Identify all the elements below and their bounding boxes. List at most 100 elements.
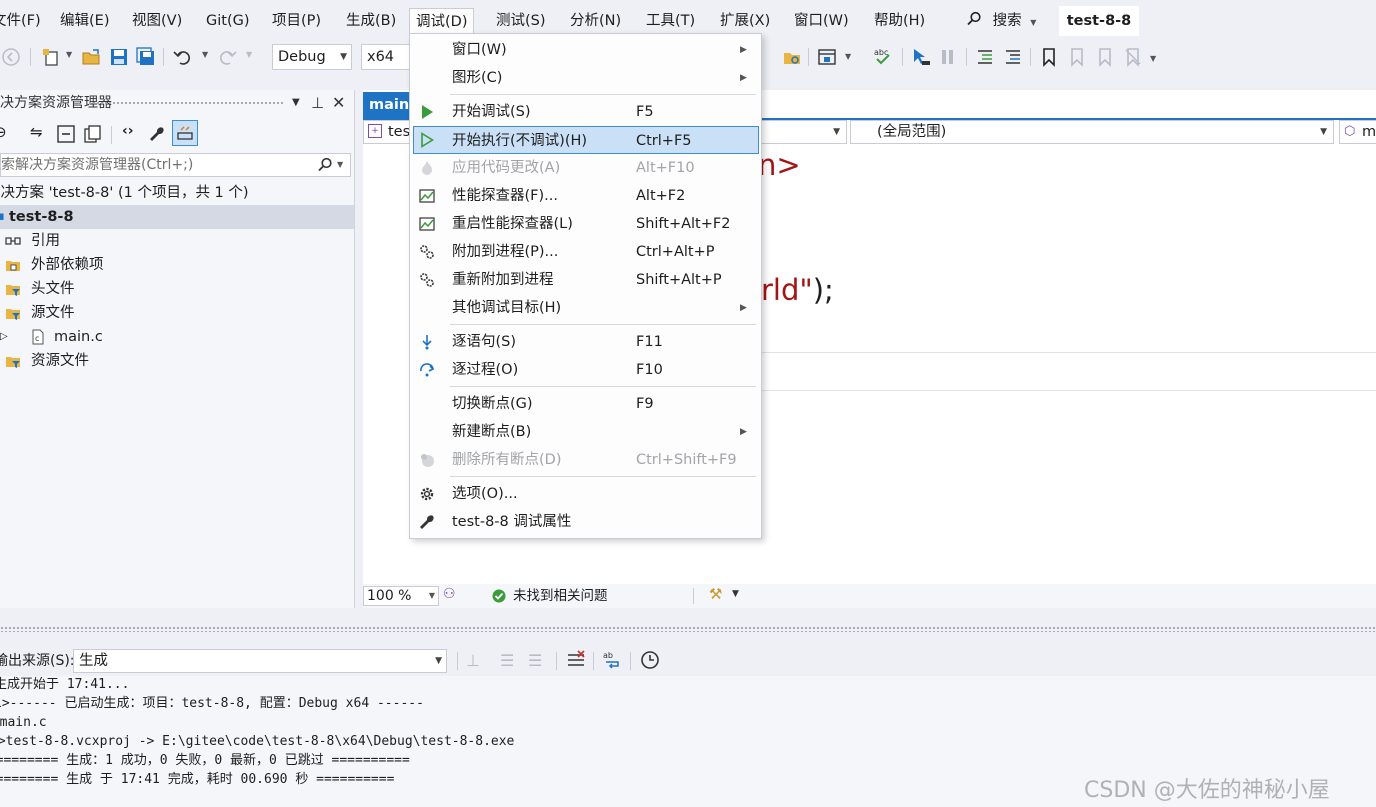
menu-item-start-without-debugging[interactable]: 开始执行(不调试)(H) Ctrl+F5: [413, 126, 759, 154]
configuration-select[interactable]: Debug ▼: [272, 44, 352, 70]
step-over-icon: [420, 363, 435, 377]
menu-item-step-into[interactable]: 逐语句(S) F11: [413, 328, 759, 356]
new-project-icon[interactable]: [40, 46, 62, 68]
next-bookmark-icon[interactable]: [1094, 46, 1116, 68]
chevron-down-icon: ▼: [340, 52, 347, 62]
project-node[interactable]: ▪ test-8-8: [0, 205, 354, 229]
menu-item-start-debugging[interactable]: 开始调试(S) F5: [413, 98, 759, 126]
menu-item-attach-to-process[interactable]: 附加到进程(P)... Ctrl+Alt+P: [413, 238, 759, 266]
nav-class-select[interactable]: ▼: [761, 120, 847, 144]
menu-item-windows[interactable]: 窗口(W) ▶: [413, 36, 759, 64]
menu-item-new-breakpoint[interactable]: 新建断点(B) ▶: [413, 418, 759, 446]
spell-check-icon[interactable]: abc: [872, 46, 894, 68]
menu-help[interactable]: 帮助(H): [868, 8, 931, 34]
word-wrap-icon[interactable]: ab: [602, 650, 622, 670]
chevron-down-icon: ▼: [1320, 127, 1327, 137]
editor-status-bar: 100 % ▼ ⚇ 未找到相关问题 ⚒ ▼: [363, 584, 1376, 608]
menu-item-debug-properties[interactable]: test-8-8 调试属性: [413, 508, 759, 536]
nav-member-select[interactable]: ⬡ main: [1339, 120, 1376, 144]
clear-all-icon[interactable]: [566, 650, 586, 670]
gear-icon: [420, 487, 434, 501]
format-icon[interactable]: [938, 46, 960, 68]
chevron-down-icon[interactable]: ▼: [337, 154, 343, 176]
select-cursor-icon[interactable]: [910, 46, 932, 68]
menu-item-label: 应用代码更改(A): [452, 160, 561, 176]
nav-scope-select[interactable]: (全局范围) ▼: [850, 120, 1334, 144]
chevron-down-icon[interactable]: ▼: [732, 589, 739, 599]
expand-arrow-icon[interactable]: ▷: [0, 325, 8, 349]
code-cleanup-icon[interactable]: ⚒: [709, 585, 722, 603]
chevron-down-icon[interactable]: ▼: [845, 52, 851, 61]
wrench-icon[interactable]: [148, 125, 166, 143]
menu-item-label: 删除所有断点(D): [452, 452, 562, 468]
chevron-down-icon[interactable]: ▼: [202, 50, 208, 59]
issues-status[interactable]: 未找到相关问题: [513, 584, 608, 608]
menu-build[interactable]: 生成(B): [340, 8, 402, 34]
toolbar-separator: [30, 48, 31, 66]
previous-bookmark-icon[interactable]: [1066, 46, 1088, 68]
solution-search-input[interactable]: 搜索解决方案资源管理器(Ctrl+;) ▼: [0, 153, 351, 177]
menu-item-reattach-to-process[interactable]: 重新附加到进程 Shift+Alt+P: [413, 266, 759, 294]
chevron-down-icon: ▼: [833, 127, 840, 137]
zoom-select[interactable]: 100 % ▼: [363, 586, 439, 606]
open-folder-icon[interactable]: [80, 46, 102, 68]
clear-bookmarks-icon[interactable]: [1122, 46, 1144, 68]
code-view-icon[interactable]: ‹›: [122, 123, 134, 139]
tree-item-label: 头文件: [31, 281, 75, 297]
find-message-icon[interactable]: ⊥: [466, 651, 480, 670]
dropdown-arrow-icon[interactable]: ▼: [292, 90, 300, 116]
uncomment-lines-icon[interactable]: [1002, 46, 1024, 68]
menu-analyze[interactable]: 分析(N): [564, 8, 627, 34]
menu-test[interactable]: 测试(S): [490, 8, 552, 34]
comment-lines-icon[interactable]: [974, 46, 996, 68]
menu-item-graphics[interactable]: 图形(C) ▶: [413, 64, 759, 92]
menu-git[interactable]: Git(G): [200, 8, 256, 34]
chevron-down-icon[interactable]: ▼: [66, 50, 72, 59]
previous-message-icon[interactable]: ☰: [500, 651, 514, 670]
bookmark-icon[interactable]: [1038, 46, 1060, 68]
window-layout-icon[interactable]: [816, 46, 838, 68]
chevron-down-icon[interactable]: ▼: [1150, 54, 1156, 63]
menu-item-performance-profiler[interactable]: 性能探查器(F)... Alt+F2: [413, 182, 759, 210]
menu-item-step-over[interactable]: 逐过程(O) F10: [413, 356, 759, 384]
menu-edit[interactable]: 编辑(E): [54, 8, 115, 34]
platform-select[interactable]: x64: [361, 44, 411, 70]
menu-item-options[interactable]: 选项(O)...: [413, 480, 759, 508]
search-icon[interactable]: [317, 157, 333, 173]
editor-tab-main-c[interactable]: main.c: [363, 92, 411, 118]
close-icon[interactable]: ✕: [332, 90, 345, 116]
menu-extensions[interactable]: 扩展(X): [714, 8, 776, 34]
code-fragment-include: n>: [758, 148, 801, 182]
output-source-select[interactable]: 生成 ▼: [73, 649, 447, 673]
menu-debug[interactable]: 调试(D): [409, 8, 475, 34]
back-icon[interactable]: [0, 46, 22, 68]
folder-search-icon[interactable]: [781, 46, 803, 68]
preview-selected-button[interactable]: [172, 120, 198, 146]
panel-grip: [88, 101, 283, 106]
pin-icon[interactable]: ⊥: [311, 90, 324, 116]
save-icon[interactable]: [108, 46, 130, 68]
menu-window[interactable]: 窗口(W): [788, 8, 855, 34]
nav-project-select[interactable]: + test-8-8: [363, 120, 411, 144]
next-message-icon[interactable]: ☰: [528, 651, 542, 670]
show-all-files-icon[interactable]: [84, 125, 102, 143]
menu-item-other-debug-targets[interactable]: 其他调试目标(H) ▶: [413, 294, 759, 322]
intellicode-icon[interactable]: ⚇: [443, 586, 456, 602]
search-button[interactable]: 搜索 ▼: [962, 8, 1036, 34]
redo-icon[interactable]: [216, 46, 238, 68]
clock-icon[interactable]: [640, 650, 660, 670]
menu-file[interactable]: 文件(F): [0, 8, 47, 34]
menu-item-delete-all-breakpoints[interactable]: 删除所有断点(D) Ctrl+Shift+F9: [413, 446, 759, 474]
undo-icon[interactable]: [172, 46, 194, 68]
save-all-icon[interactable]: [135, 46, 157, 68]
menu-item-toggle-breakpoint[interactable]: 切换断点(G) F9: [413, 390, 759, 418]
menu-tools[interactable]: 工具(T): [640, 8, 701, 34]
chevron-down-icon[interactable]: ▼: [246, 50, 252, 59]
menu-item-relaunch-profiler[interactable]: 重启性能探查器(L) Shift+Alt+F2: [413, 210, 759, 238]
menu-item-apply-code-changes[interactable]: 应用代码更改(A) Alt+F10: [413, 154, 759, 182]
menu-view[interactable]: 视图(V): [126, 8, 188, 34]
sync-icon[interactable]: ⇋: [30, 123, 43, 141]
collapse-all-icon[interactable]: [57, 125, 75, 143]
home-icon[interactable]: ⊖: [0, 123, 7, 141]
menu-project[interactable]: 项目(P): [266, 8, 327, 34]
